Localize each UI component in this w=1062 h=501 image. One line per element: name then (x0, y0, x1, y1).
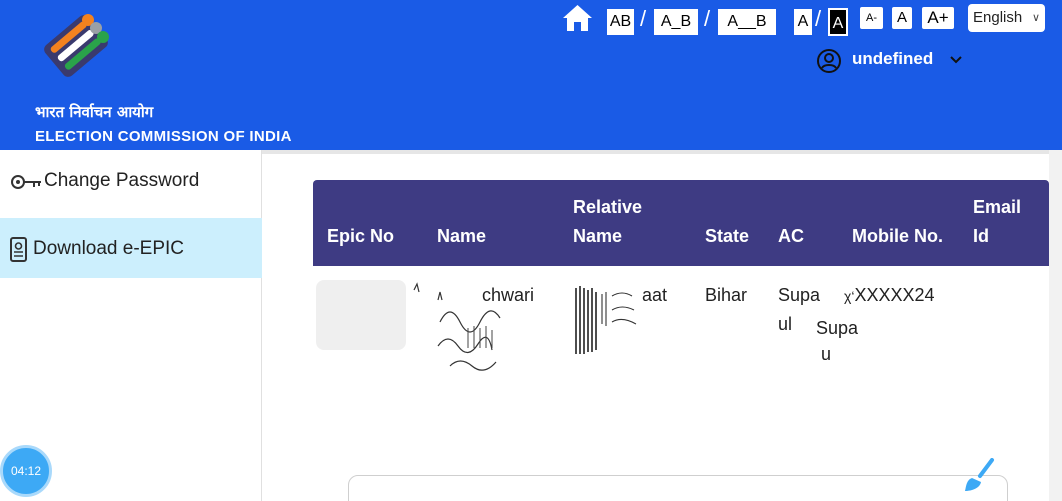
chevron-down-icon[interactable] (948, 52, 964, 68)
col-name: Name (437, 226, 487, 246)
col-state: State (705, 226, 750, 246)
row-ac-line3: Supa (816, 318, 859, 338)
redacted-relative-scribble (575, 286, 637, 354)
font-decrease-button[interactable]: A- (860, 7, 883, 29)
paint-brush-icon[interactable] (962, 458, 998, 494)
col-ac: AC (778, 226, 804, 246)
user-circle-icon[interactable] (816, 48, 842, 74)
key-icon (11, 175, 41, 189)
horizontal-divider (262, 150, 1049, 154)
redacted-mobile-scribble: χ‘ (844, 288, 855, 304)
sidebar-item-download-epic[interactable]: Download e-EPIC (0, 218, 262, 278)
main-content: Epic No Name Relative Name State AC Mobi… (262, 150, 1062, 501)
user-name[interactable]: undefined (852, 49, 933, 69)
row-state: Bihar (705, 285, 748, 305)
eci-logo-icon (44, 14, 109, 77)
font-increase-button[interactable]: A+ (922, 7, 954, 29)
separator: / (815, 6, 822, 31)
chevron-down-icon: ∨ (1031, 12, 1040, 24)
spacing-normal-button[interactable]: AB (607, 9, 634, 35)
row-ac-line4: u (821, 344, 832, 364)
row-name: chwari (482, 285, 535, 305)
language-value: English (973, 9, 1023, 26)
vertical-scrollbar[interactable] (1049, 150, 1062, 501)
table-header: Epic No Name Relative Name State AC Mobi… (313, 180, 1049, 266)
col-epic-no: Epic No (327, 226, 395, 246)
spacing-medium-button[interactable]: A_B (654, 9, 698, 35)
row-ac-line2: ul (778, 314, 793, 334)
row-mobile: χ‘XXXXX24 (844, 281, 935, 310)
spacing-wide-button[interactable]: A__B (718, 9, 776, 35)
home-icon[interactable] (561, 3, 594, 33)
col-relative-name-line1: Relative (573, 197, 643, 217)
org-name-english: ELECTION COMMISSION OF INDIA (35, 128, 292, 145)
id-card-icon (10, 237, 27, 262)
col-email-line2: Id (973, 226, 989, 246)
sidebar-item-label: Download e-EPIC (33, 238, 185, 259)
row-relative-name: aat (642, 285, 668, 305)
sidebar-item-change-password[interactable]: Change Password (0, 150, 262, 210)
top-header: भारत निर्वाचन आयोग ELECTION COMMISSION O… (0, 0, 1062, 150)
row-ac-line1: Supa (778, 285, 821, 305)
separator: / (704, 6, 711, 31)
separator: / (640, 6, 647, 31)
col-mobile: Mobile No. (852, 226, 943, 246)
redacted-epic (316, 280, 406, 350)
sidebar-item-label: Change Password (44, 170, 200, 191)
org-name-hindi: भारत निर्वाचन आयोग (35, 103, 154, 121)
contrast-dark-button[interactable]: A (828, 8, 848, 36)
language-select[interactable]: English ∨ (968, 4, 1045, 32)
row-mobile-value: XXXXX24 (854, 285, 935, 305)
font-normal-button[interactable]: A (892, 7, 912, 29)
col-email-line1: Email (973, 197, 1022, 217)
session-timer: 04:12 (0, 445, 52, 497)
contrast-light-button[interactable]: A (794, 9, 812, 35)
bottom-card (348, 475, 1008, 501)
col-relative-name-line2: Name (573, 226, 623, 246)
